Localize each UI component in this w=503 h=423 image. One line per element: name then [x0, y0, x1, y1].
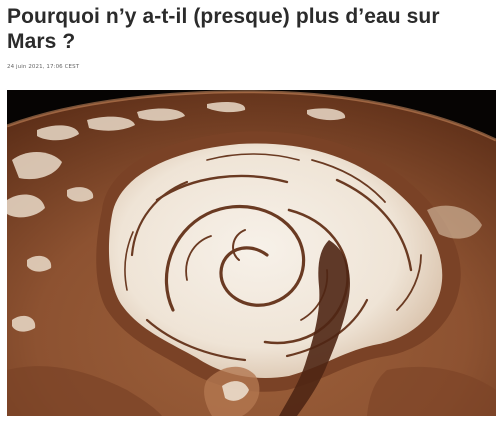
article-title: Pourquoi n’y a-t-il (presque) plus d’eau… [7, 5, 440, 53]
mars-polar-cap-image [7, 90, 496, 416]
article-date: 24 juin 2021, 17:06 CEST [7, 64, 80, 70]
